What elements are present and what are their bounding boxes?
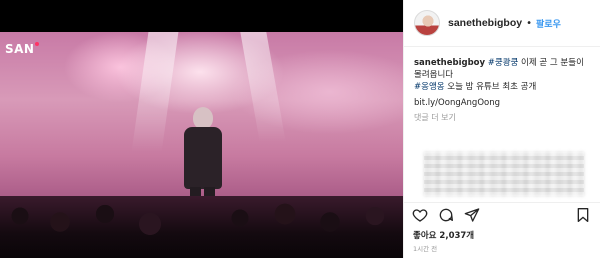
header-separator: •	[526, 17, 533, 29]
caption-text: 몰려옵니다	[414, 70, 454, 80]
post-header: sanethebigboy • 팔로우	[404, 0, 600, 47]
comment-icon[interactable]	[437, 206, 455, 224]
like-count[interactable]: 좋아요 2,037개	[413, 229, 474, 241]
bookmark-icon[interactable]	[574, 206, 592, 224]
caption-username[interactable]: sanethebigboy	[414, 58, 485, 68]
action-bar	[403, 202, 600, 226]
post-media[interactable]: SAN	[0, 0, 403, 258]
avatar[interactable]	[414, 10, 440, 36]
more-comments-link[interactable]: 댓글 더 보기	[414, 112, 590, 124]
light-beam	[131, 32, 179, 152]
heart-icon[interactable]	[411, 206, 429, 224]
follow-button[interactable]: 팔로우	[536, 17, 561, 30]
light-beam	[240, 32, 286, 142]
concert-scene	[0, 32, 403, 258]
caption-text: 오늘 밤 유튜브 최초 공개	[444, 82, 537, 92]
share-icon[interactable]	[463, 206, 481, 224]
post-timestamp[interactable]: 1시간 전	[413, 243, 437, 253]
media-top-bar	[0, 0, 403, 32]
caption-url-link[interactable]: bit.ly/OongAngOong	[414, 97, 590, 109]
blurred-comments-overlay	[424, 152, 584, 196]
hashtag-link[interactable]: #쿵쾅쿵	[488, 58, 519, 68]
header-username[interactable]: sanethebigboy	[448, 17, 522, 29]
caption-text: 이제 곧 그 분들이	[518, 58, 584, 68]
hashtag-link[interactable]: #옹앵옹	[414, 82, 445, 92]
channel-watermark: SAN	[5, 42, 40, 56]
crowd	[0, 196, 403, 258]
post-caption: sanethebigboy #쿵쾅쿵 이제 곧 그 분들이 몰려옵니다 #옹앵옹…	[404, 47, 600, 124]
